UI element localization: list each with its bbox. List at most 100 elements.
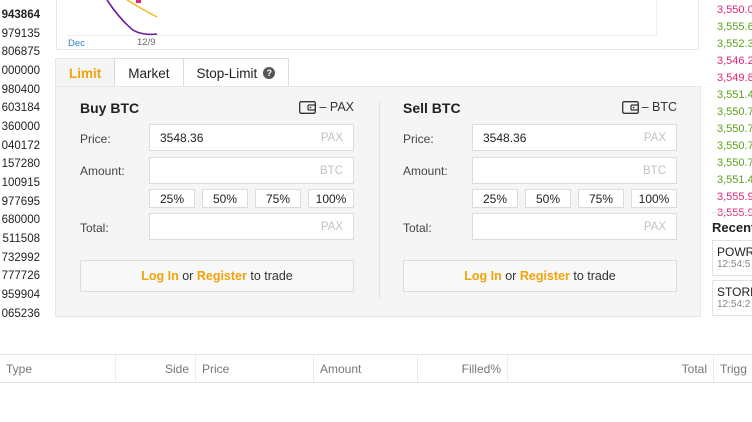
recent-item[interactable]: STORM 12:54:2 (712, 280, 752, 316)
order-book-value: 680000 (1, 214, 40, 226)
trade-price: 3,550.7 (717, 140, 752, 152)
help-icon[interactable]: ? (263, 67, 276, 79)
trade-price: 3,550.0 (717, 4, 752, 16)
sell-amount-label: Amount: (403, 164, 448, 178)
buy-pct-25-button[interactable]: 25% (149, 189, 195, 208)
market-trades: 3,550.0 3,555.6 3,552.3 3,546.2 3,549.8 … (710, 0, 752, 318)
sell-amount-unit: BTC (643, 164, 666, 177)
column-header-filled[interactable]: Filled% (418, 355, 508, 382)
order-book-value: 360000 (1, 121, 40, 133)
order-book-value: 000000 (1, 65, 40, 77)
price-chart[interactable]: Dec 12/9 (56, 0, 699, 50)
trade-price: 3,551.4 (717, 174, 752, 186)
order-book-value: 806875 (1, 46, 40, 58)
trade-panel: Limit Market Stop-Limit ? Buy BTC – PAX … (55, 58, 701, 318)
sell-wallet[interactable]: – BTC (621, 100, 677, 114)
buy-wallet-currency: – PAX (319, 100, 354, 114)
buy-wallet[interactable]: – PAX (299, 100, 354, 114)
buy-login-link[interactable]: Log In (141, 269, 179, 283)
recent-item-time: 12:54:2 (717, 299, 751, 310)
tab-limit[interactable]: Limit (55, 58, 116, 87)
order-book-left: 943864 979135 806875 000000 980400 60318… (0, 0, 44, 318)
sell-login-link[interactable]: Log In (464, 269, 502, 283)
sell-total-unit: PAX (643, 220, 666, 233)
recent-item-name: POWR (717, 245, 752, 259)
tab-market[interactable]: Market (114, 58, 184, 87)
buy-percent-buttons: 25% 50% 75% 100% (149, 189, 354, 208)
tab-stop-limit[interactable]: Stop-Limit ? (182, 58, 290, 87)
recent-title: Recent (712, 220, 752, 235)
buy-price-input[interactable]: 3548.36 PAX (149, 124, 354, 151)
order-type-tabs: Limit Market Stop-Limit ? (55, 58, 290, 87)
tab-stop-limit-label: Stop-Limit (196, 65, 258, 81)
sell-price-unit: PAX (643, 131, 666, 144)
sell-amount-input[interactable]: BTC (472, 157, 677, 184)
column-header-price[interactable]: Price (196, 355, 314, 382)
buy-price-value: 3548.36 (160, 130, 204, 145)
buy-register-link[interactable]: Register (197, 269, 247, 283)
sell-login-prompt: Log In or Register to trade (403, 260, 677, 292)
trade-price: 3,555.9 (717, 191, 752, 203)
trade-price: 3,552.3 (717, 38, 752, 50)
trade-price: 3,555.9 (717, 207, 752, 219)
sell-or-text: or (505, 269, 517, 283)
column-header-type[interactable]: Type (0, 355, 116, 382)
buy-amount-label: Amount: (80, 164, 125, 178)
order-book-value: 959904 (1, 289, 40, 301)
sell-price-value: 3548.36 (483, 130, 527, 145)
buy-pct-75-button[interactable]: 75% (255, 189, 301, 208)
sell-pct-100-button[interactable]: 100% (631, 189, 677, 208)
sell-pct-50-button[interactable]: 50% (525, 189, 571, 208)
buy-amount-input[interactable]: BTC (149, 157, 354, 184)
order-book-value: 157280 (1, 158, 40, 170)
buy-pct-50-button[interactable]: 50% (202, 189, 248, 208)
buy-amount-unit: BTC (320, 164, 343, 177)
trade-price: 3,551.4 (717, 89, 752, 101)
column-header-trigger[interactable]: Trigg (714, 355, 752, 382)
trade-price: 3,550.7 (717, 157, 752, 169)
sell-title: Sell BTC (403, 100, 461, 116)
sell-register-link[interactable]: Register (520, 269, 570, 283)
buy-price-label: Price: (80, 132, 111, 146)
recent-item-time: 12:54:5 (717, 259, 751, 270)
sell-trade-text: to trade (573, 269, 616, 283)
order-book-value: 979135 (1, 28, 40, 40)
sell-total-input[interactable]: PAX (472, 213, 677, 240)
order-book-value: 065236 (1, 308, 40, 318)
sell-wallet-currency: – BTC (641, 100, 677, 114)
divider (712, 212, 752, 213)
column-header-side[interactable]: Side (116, 355, 196, 382)
trade-price: 3,546.2 (717, 55, 752, 67)
trade-price: 3,555.6 (717, 21, 752, 33)
column-header-total[interactable]: Total (508, 355, 714, 382)
chart-month-label: Dec (68, 38, 85, 49)
order-book-value: 777726 (1, 270, 40, 282)
trade-price: 3,550.7 (717, 106, 752, 118)
order-book-value: 040172 (1, 140, 40, 152)
sell-percent-buttons: 25% 50% 75% 100% (472, 189, 677, 208)
order-book-value: 511508 (2, 233, 40, 245)
recent-item[interactable]: POWR 12:54:5 (712, 240, 752, 276)
trade-price: 3,550.7 (717, 123, 752, 135)
sell-form: Sell BTC – BTC Price: 3548.36 PAX Amount… (403, 87, 677, 318)
order-book-value: 603184 (1, 102, 40, 114)
column-header-amount[interactable]: Amount (314, 355, 418, 382)
wallet-icon (299, 100, 317, 114)
buy-price-unit: PAX (320, 131, 343, 144)
order-book-value: 943864 (1, 9, 40, 21)
wallet-icon (621, 100, 639, 114)
order-book-value: 100915 (1, 177, 40, 189)
buy-trade-text: to trade (250, 269, 293, 283)
buy-or-text: or (182, 269, 194, 283)
buy-total-input[interactable]: PAX (149, 213, 354, 240)
sell-price-label: Price: (403, 132, 434, 146)
buy-form: Buy BTC – PAX Price: 3548.36 PAX Amount:… (80, 87, 354, 318)
sell-pct-25-button[interactable]: 25% (472, 189, 518, 208)
trade-price: 3,549.8 (717, 72, 752, 84)
sell-price-input[interactable]: 3548.36 PAX (472, 124, 677, 151)
sell-pct-75-button[interactable]: 75% (578, 189, 624, 208)
buy-login-prompt: Log In or Register to trade (80, 260, 354, 292)
buy-total-unit: PAX (320, 220, 343, 233)
buy-pct-100-button[interactable]: 100% (308, 189, 354, 208)
order-book-value: 732992 (1, 252, 40, 264)
